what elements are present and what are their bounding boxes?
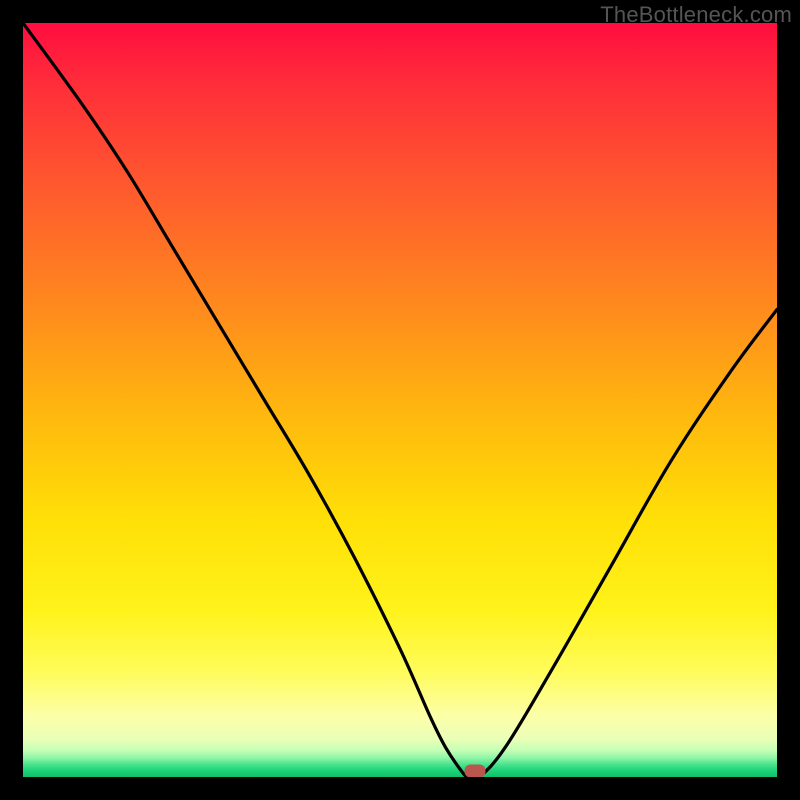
bottleneck-curve [23,23,777,777]
optimum-marker [465,764,486,777]
chart-frame: TheBottleneck.com [0,0,800,800]
plot-area [23,23,777,777]
watermark-text: TheBottleneck.com [600,2,792,28]
